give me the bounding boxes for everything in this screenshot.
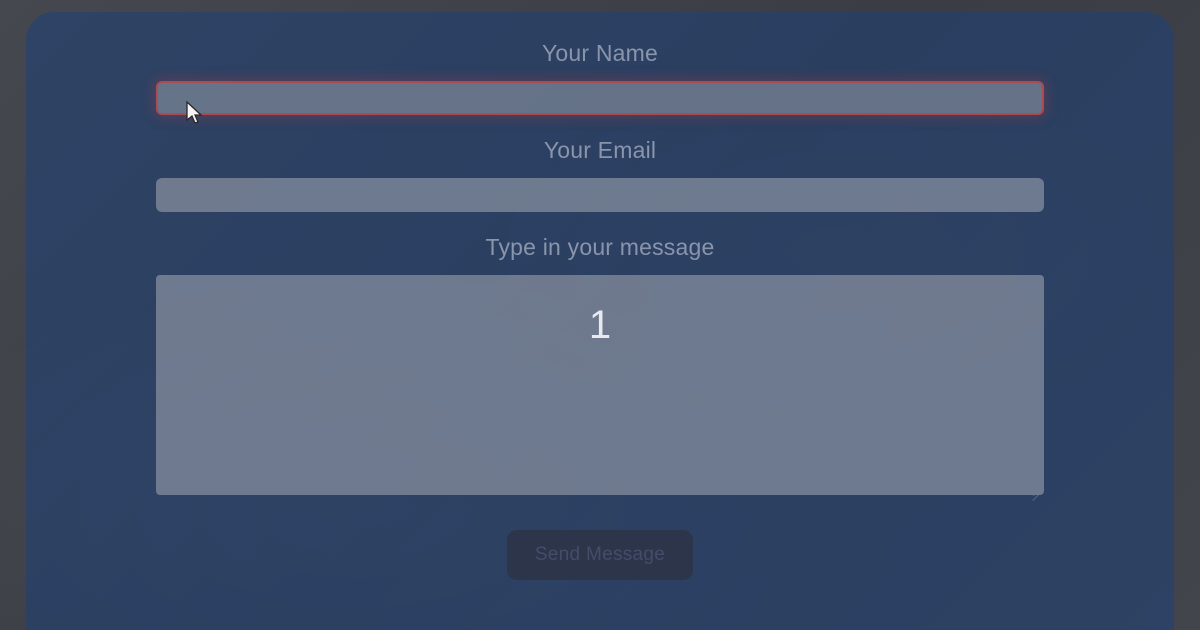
email-input[interactable] [156,178,1044,212]
contact-form-panel: Your Name Your Email Type in your messag… [26,12,1174,630]
message-textarea[interactable] [156,275,1044,495]
name-input[interactable] [156,81,1044,115]
email-label: Your Email [544,137,656,164]
name-label: Your Name [542,40,658,67]
send-message-button[interactable]: Send Message [507,530,693,580]
message-label: Type in your message [485,234,714,261]
